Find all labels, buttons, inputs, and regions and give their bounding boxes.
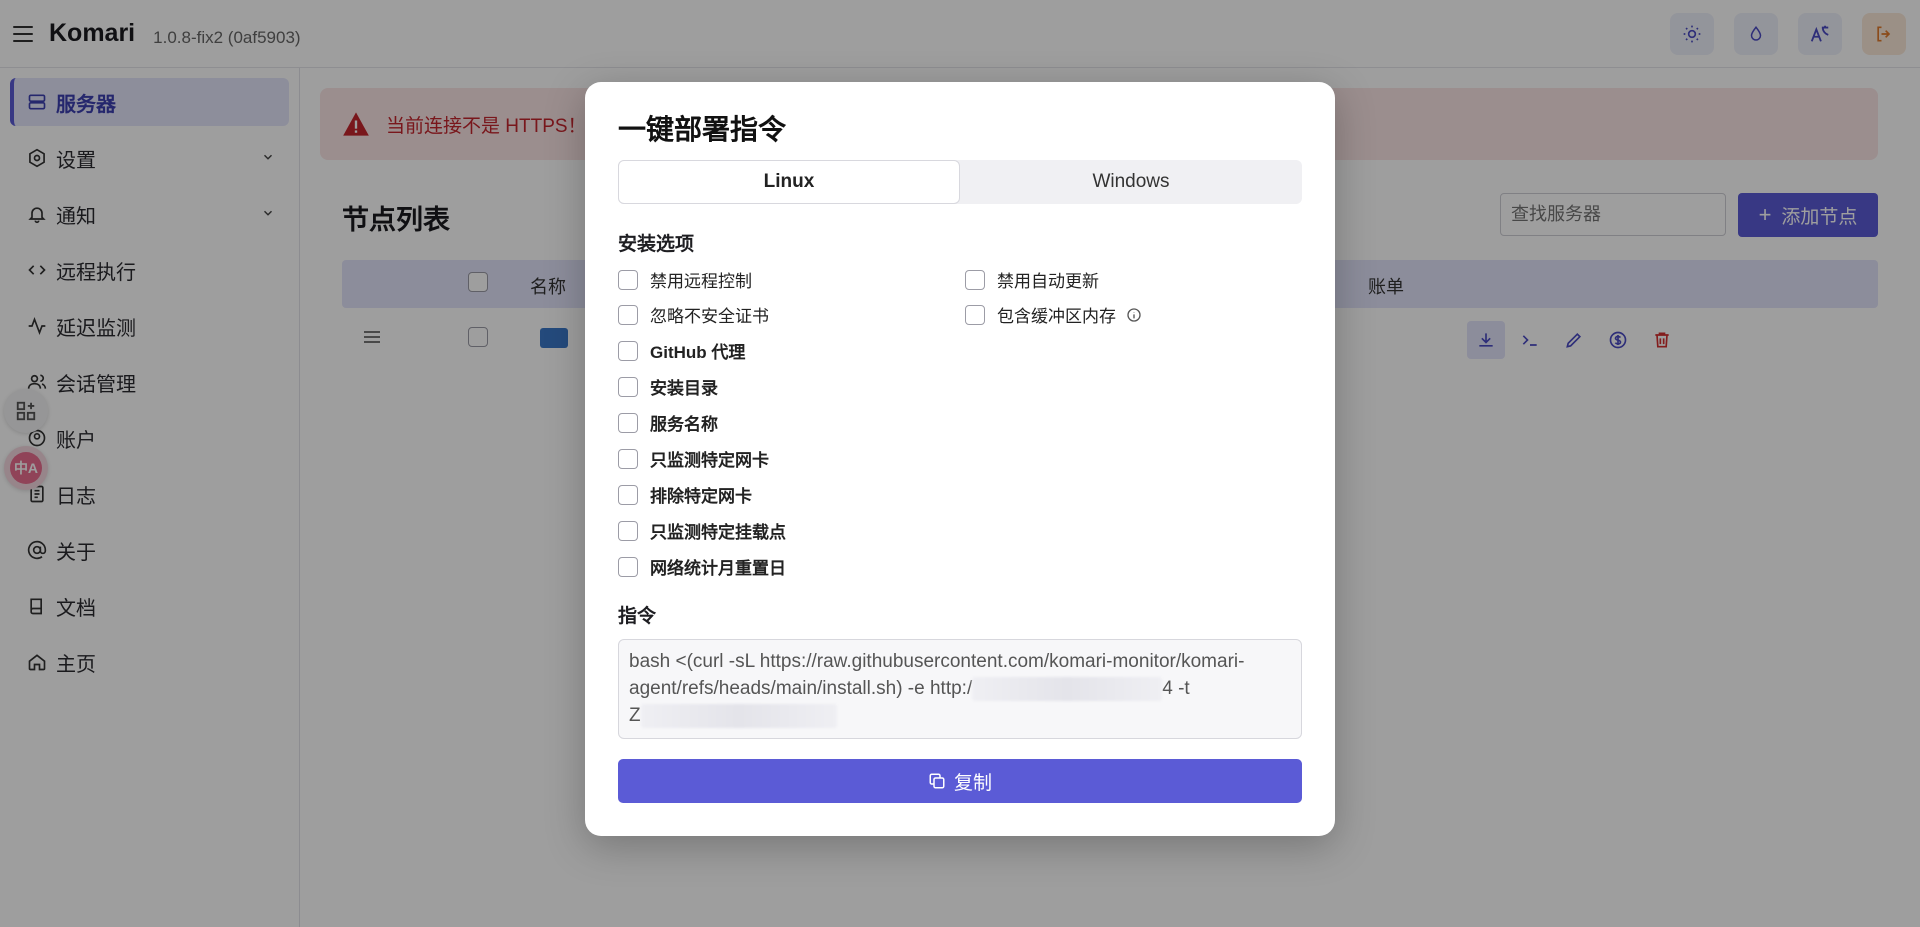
checkbox[interactable] (965, 269, 985, 290)
option-traffic-reset-day[interactable]: 网络统计月重置日 (618, 554, 786, 579)
command-line: Z (629, 702, 1291, 729)
checkbox[interactable] (618, 556, 638, 577)
option-label: 网络统计月重置日 (650, 559, 786, 578)
checkbox[interactable] (618, 520, 638, 541)
option-label: 排除特定网卡 (650, 487, 752, 506)
option-ignore-insecure-cert[interactable]: 忽略不安全证书 (618, 302, 769, 327)
option-label: 安装目录 (650, 379, 718, 398)
option-label: 包含缓冲区内存 (997, 307, 1116, 326)
option-disable-auto-update[interactable]: 禁用自动更新 (965, 267, 1099, 292)
option-disable-remote-control[interactable]: 禁用远程控制 (618, 267, 752, 292)
option-github-proxy[interactable]: GitHub 代理 (618, 338, 745, 363)
command-text: Z (629, 705, 641, 726)
redacted-token (640, 703, 837, 728)
tab-linux[interactable]: Linux (618, 160, 960, 204)
tab-windows[interactable]: Windows (960, 160, 1302, 204)
command-text: 4 -t (1162, 678, 1190, 699)
deploy-command-dialog: 一键部署指令 Linux Windows 安装选项 禁用远程控制 忽略不安全证书… (585, 82, 1335, 836)
info-icon[interactable] (1126, 307, 1142, 323)
command-line: agent/refs/heads/main/install.sh) -e htt… (629, 675, 1291, 702)
redacted-address (972, 676, 1163, 701)
os-tabs: Linux Windows (618, 160, 1302, 204)
dialog-title: 一键部署指令 (618, 114, 787, 145)
option-monitor-mountpoint[interactable]: 只监测特定挂载点 (618, 518, 786, 543)
checkbox[interactable] (618, 340, 638, 361)
checkbox[interactable] (965, 304, 985, 325)
copy-button[interactable]: 复制 (618, 759, 1302, 803)
option-service-name[interactable]: 服务名称 (618, 410, 718, 435)
command-textarea[interactable]: bash <(curl -sL https://raw.githubuserco… (618, 639, 1302, 739)
checkbox[interactable] (618, 484, 638, 505)
checkbox[interactable] (618, 269, 638, 290)
option-exclude-nic[interactable]: 排除特定网卡 (618, 482, 752, 507)
option-install-dir[interactable]: 安装目录 (618, 374, 718, 399)
checkbox[interactable] (618, 304, 638, 325)
option-label: 只监测特定网卡 (650, 451, 769, 470)
option-label: 服务名称 (650, 415, 718, 434)
option-label: 禁用远程控制 (650, 272, 752, 291)
option-monitor-specific-nic[interactable]: 只监测特定网卡 (618, 446, 769, 471)
checkbox[interactable] (618, 412, 638, 433)
checkbox[interactable] (618, 376, 638, 397)
command-line: bash <(curl -sL https://raw.githubuserco… (629, 651, 1245, 672)
option-label: GitHub 代理 (650, 343, 746, 362)
copy-label: 复制 (953, 772, 992, 794)
checkbox[interactable] (618, 448, 638, 469)
install-options-label: 安装选项 (618, 234, 695, 255)
option-label: 忽略不安全证书 (650, 307, 769, 326)
option-label: 只监测特定挂载点 (650, 523, 786, 542)
option-include-buffer-memory[interactable]: 包含缓冲区内存 (965, 302, 1142, 327)
command-label: 指令 (618, 606, 657, 627)
command-text: agent/refs/heads/main/install.sh) -e htt… (629, 678, 973, 699)
option-label: 禁用自动更新 (997, 272, 1099, 291)
copy-icon (929, 773, 945, 789)
